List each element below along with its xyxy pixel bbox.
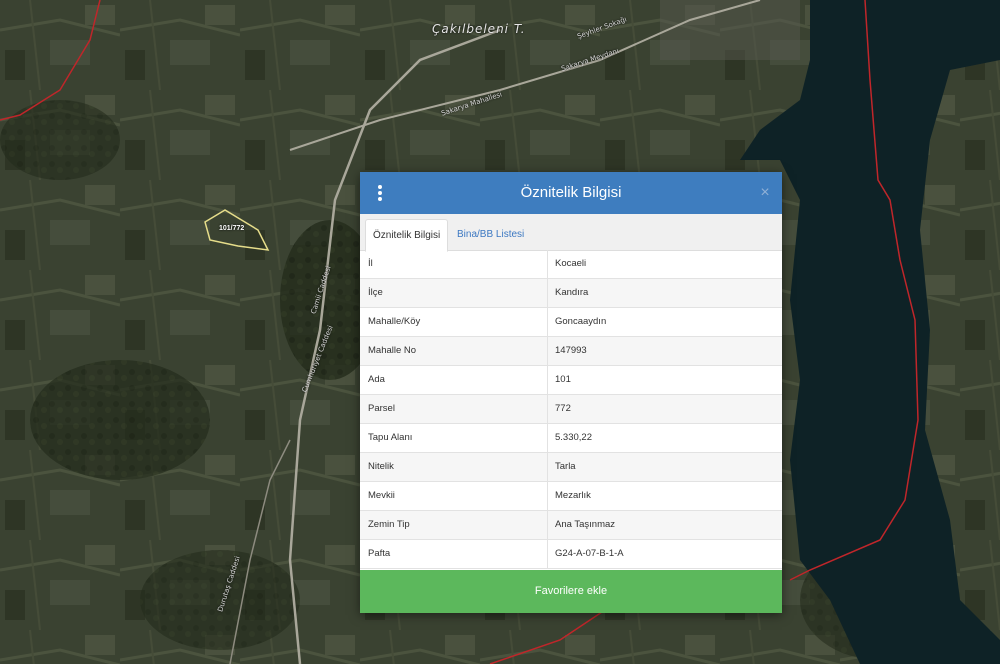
attribute-key: Mahalle/Köy — [368, 316, 421, 327]
attribute-key: Mevkii — [368, 490, 395, 501]
parcel-label: 101/772 — [219, 225, 245, 232]
table-row: Mahalle/Köy Goncaaydın — [360, 308, 782, 337]
dialog-title: Öznitelik Bilgisi — [520, 184, 622, 201]
attribute-info-dialog: Öznitelik Bilgisi × Öznitelik Bilgisi Bi… — [360, 172, 782, 613]
menu-icon[interactable] — [370, 183, 390, 203]
attribute-key: İlçe — [368, 287, 383, 298]
attribute-key: Zemin Tip — [368, 519, 410, 530]
attribute-key: Pafta — [368, 548, 391, 559]
dialog-header: Öznitelik Bilgisi × — [360, 172, 782, 214]
attribute-key: Mahalle No — [368, 345, 417, 356]
table-row: Ada 101 — [360, 366, 782, 395]
attribute-key: Tapu Alanı — [368, 432, 413, 443]
place-label: Çakılbeleni T. — [432, 22, 526, 36]
table-row: Parsel 772 — [360, 395, 782, 424]
attribute-value: 772 — [555, 403, 571, 414]
attribute-value: Mezarlık — [555, 490, 591, 501]
close-icon[interactable]: × — [756, 183, 774, 203]
tab-bar: Öznitelik Bilgisi Bina/BB Listesi — [360, 214, 782, 252]
table-row: Zemin Tip Ana Taşınmaz — [360, 511, 782, 540]
attribute-value: 5.330,22 — [555, 432, 592, 443]
attribute-key: İl — [368, 258, 373, 269]
table-row: Pafta G24-A-07-B-1-A — [360, 540, 782, 569]
attribute-value: Tarla — [555, 461, 576, 472]
table-row: Nitelik Tarla — [360, 453, 782, 482]
attribute-key: Ada — [368, 374, 385, 385]
table-row: Tapu Alanı 5.330,22 — [360, 424, 782, 453]
tab-building-list[interactable]: Bina/BB Listesi — [450, 219, 531, 250]
attribute-key: Nitelik — [368, 461, 394, 472]
table-row: İlçe Kandıra — [360, 279, 782, 308]
tab-attribute-info[interactable]: Öznitelik Bilgisi — [365, 219, 449, 252]
table-row: Mahalle No 147993 — [360, 337, 782, 366]
add-to-favorites-button[interactable]: Favorilere ekle — [360, 570, 782, 613]
table-row: İl Kocaeli — [360, 250, 782, 279]
attribute-key: Parsel — [368, 403, 395, 414]
attribute-value: 147993 — [555, 345, 587, 356]
attribute-value: Goncaaydın — [555, 316, 607, 327]
attribute-value: Kocaeli — [555, 258, 587, 269]
attribute-table: İl Kocaeli İlçe Kandıra Mahalle/Köy Goncaay… — [360, 250, 782, 569]
table-row: Mevkii Mezarlık — [360, 482, 782, 511]
attribute-value: G24-A-07-B-1-A — [555, 548, 624, 559]
attribute-value: Kandıra — [555, 287, 589, 298]
attribute-value: 101 — [555, 374, 571, 385]
attribute-value: Ana Taşınmaz — [555, 519, 616, 530]
